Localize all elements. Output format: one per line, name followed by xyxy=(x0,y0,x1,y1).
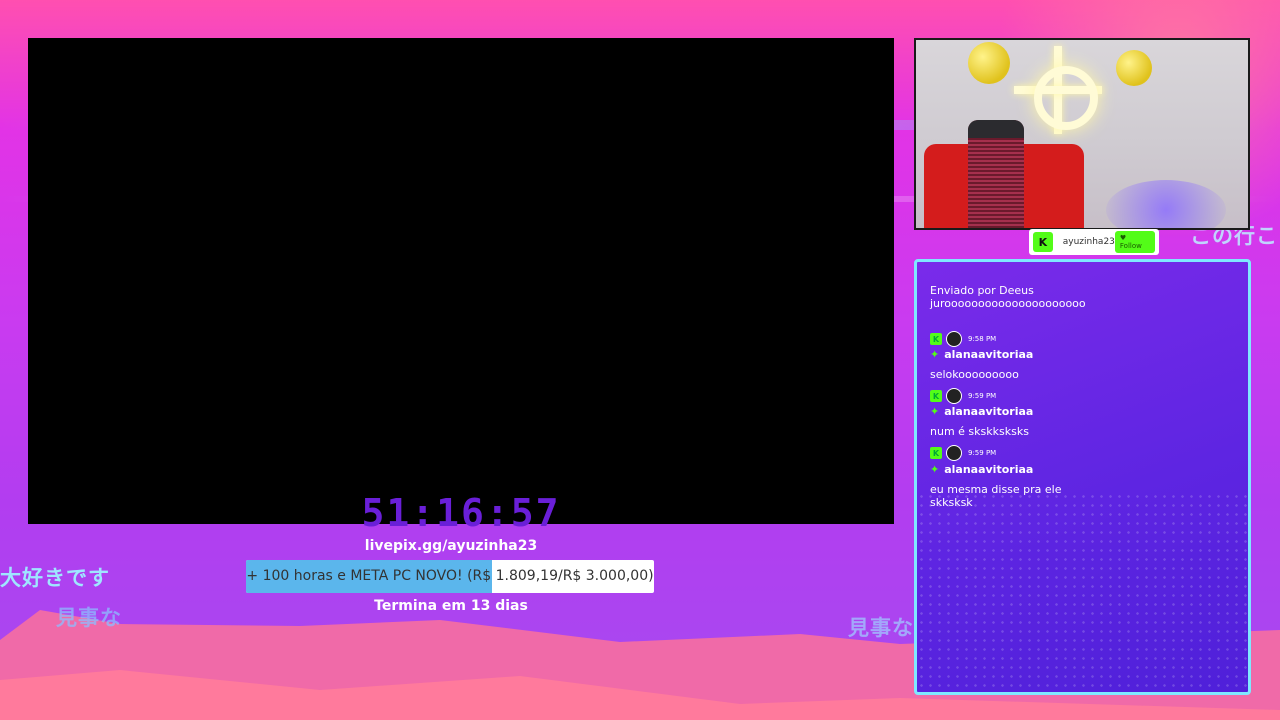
chat-message-text: num é skskksksks xyxy=(930,425,1029,438)
user-avatar-icon xyxy=(946,445,962,461)
decor-ball xyxy=(1116,50,1152,86)
follow-button[interactable]: ♥ Follow xyxy=(1114,231,1155,253)
sparkle-icon: ✦ xyxy=(930,463,940,476)
sparkle-icon: ✦ xyxy=(930,405,940,418)
donation-goal-bar: + 100 horas e META PC NOVO! (R$ 1.809,19… xyxy=(246,560,654,593)
chat-message-meta: K 9:59 PM xyxy=(930,388,996,404)
chat-message-meta: K 9:58 PM xyxy=(930,331,996,347)
chat-username-label: alanaavitoriaa xyxy=(944,405,1034,418)
chat-timestamp: 9:58 PM xyxy=(968,335,997,343)
chat-message-text: selokooooooooo xyxy=(930,368,1019,381)
chat-timestamp: 9:59 PM xyxy=(968,449,997,457)
kick-badge-icon: K xyxy=(930,390,942,402)
purple-light xyxy=(1106,180,1226,228)
chat-username[interactable]: ✦ alanaavitoriaa xyxy=(930,348,1033,361)
subathon-timer: 51:16:57 xyxy=(361,491,561,535)
chat-message-meta: K 9:59 PM xyxy=(930,445,996,461)
user-avatar-icon xyxy=(946,331,962,347)
follow-button-label: Follow xyxy=(1119,242,1142,250)
sun-lamp xyxy=(1034,66,1098,130)
chat-dots-pattern xyxy=(917,492,1248,692)
background-japanese-text: 大好きです xyxy=(0,566,110,590)
sparkle-icon: ✦ xyxy=(930,348,940,361)
kick-badge-icon: K xyxy=(930,333,942,345)
chat-message-text: eu mesma disse pra ele skksksk xyxy=(930,483,1062,509)
video-player[interactable]: 51:16:57 xyxy=(28,38,894,535)
smart-speaker-top xyxy=(968,120,1024,138)
webcam-feed xyxy=(914,38,1250,230)
kick-follow-tag: K ayuzinha23 ♥ Follow xyxy=(1029,229,1159,255)
channel-username: ayuzinha23 xyxy=(1062,237,1115,247)
user-avatar-icon xyxy=(946,388,962,404)
chat-sent-by: Enviado por Deeus xyxy=(930,284,1034,297)
background-japanese-text: 見事な xyxy=(848,616,914,640)
chat-username[interactable]: ✦ alanaavitoriaa xyxy=(930,405,1033,418)
chat-panel: Enviado por Deeus jurooooooooooooooooooo… xyxy=(914,259,1251,695)
chat-username-label: alanaavitoriaa xyxy=(944,348,1034,361)
chat-username-label: alanaavitoriaa xyxy=(944,463,1034,476)
chat-timestamp: 9:59 PM xyxy=(968,392,997,400)
kick-logo-icon: K xyxy=(1033,232,1053,252)
chat-message-text: jurooooooooooooooooooooo xyxy=(930,297,1086,310)
donation-goal-ends: Termina em 13 dias xyxy=(374,598,528,614)
kick-badge-icon: K xyxy=(930,447,942,459)
donation-goal-label: + 100 horas e META PC NOVO! (R$ 1.809,19… xyxy=(246,568,654,584)
background-japanese-text: 見事な xyxy=(56,606,122,630)
donation-link[interactable]: livepix.gg/ayuzinha23 xyxy=(246,538,656,554)
decor-ball xyxy=(968,42,1010,84)
chat-username[interactable]: ✦ alanaavitoriaa xyxy=(930,463,1033,476)
